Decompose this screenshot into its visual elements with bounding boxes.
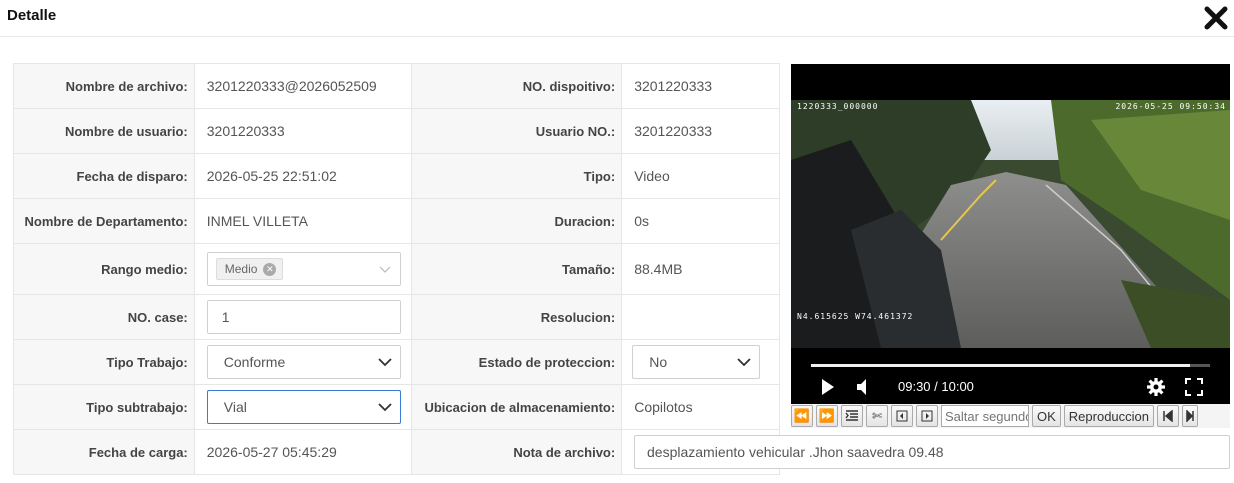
- work-subtype-select[interactable]: Vial: [206, 390, 402, 424]
- dialog-title: Detalle: [7, 7, 57, 24]
- close-icon[interactable]: [1203, 5, 1229, 31]
- media-range-tag-label: Medio: [224, 262, 258, 276]
- volume-icon[interactable]: [855, 378, 871, 396]
- trigger-date-value: 2026-05-25 22:51:02: [195, 154, 413, 198]
- upload-date-value: 2026-05-27 05:45:29: [195, 430, 413, 474]
- work-type-select[interactable]: Conforme: [206, 345, 402, 379]
- rewind-button[interactable]: ⏪: [791, 405, 813, 427]
- video-progress-fill: [811, 364, 1191, 367]
- chevron-down-icon: [378, 358, 393, 367]
- row-work-subtype: Tipo subtrabajo: Vial Ubicacion de almac…: [14, 385, 780, 430]
- protection-value: No: [649, 354, 668, 370]
- dashcam-road-image: [791, 100, 1230, 348]
- play-icon[interactable]: [820, 378, 836, 396]
- skip-seconds-input[interactable]: [941, 405, 1029, 427]
- osd-gps: N4.615625 W74.461372: [797, 312, 914, 321]
- resolution-label: Resolucion:: [412, 295, 623, 339]
- device-no-value: 3201220333: [622, 64, 780, 108]
- prev-frame-icon: [896, 410, 908, 422]
- case-no-label: NO. case:: [14, 295, 195, 339]
- protection-label: Estado de proteccion:: [412, 340, 623, 384]
- storage-value: Copilotos: [622, 385, 780, 429]
- fast-forward-button[interactable]: ⏩: [816, 405, 838, 427]
- playback-button[interactable]: Reproduccion: [1063, 405, 1155, 427]
- cut-button[interactable]: ✄: [866, 405, 888, 427]
- next-frame-icon: [921, 410, 933, 422]
- media-range-cell: Medio ✕: [195, 244, 413, 294]
- device-no-label: NO. dispoitivo:: [412, 64, 623, 108]
- trigger-date-label: Fecha de disparo:: [14, 154, 195, 198]
- storage-label: Ubicacion de almacenamiento:: [412, 385, 623, 429]
- chevron-down-icon: [378, 403, 393, 412]
- row-file-name: Nombre de archivo: 3201220333@2026052509…: [14, 64, 780, 109]
- protection-cell: No: [622, 340, 780, 384]
- type-label: Tipo:: [412, 154, 623, 198]
- skip-end-button[interactable]: [1182, 405, 1199, 427]
- ok-button[interactable]: OK: [1032, 405, 1061, 427]
- dialog-header: Detalle: [0, 0, 1234, 37]
- skip-start-icon: [1163, 410, 1173, 422]
- skip-start-button[interactable]: [1157, 405, 1180, 427]
- resolution-value: [622, 295, 780, 339]
- row-user: Nombre de usuario: 3201220333 Usuario NO…: [14, 109, 780, 154]
- type-value: Video: [622, 154, 780, 198]
- chevron-down-icon: [380, 266, 391, 273]
- user-name-value: 3201220333: [195, 109, 413, 153]
- row-trigger: Fecha de disparo: 2026-05-25 22:51:02 Ti…: [14, 154, 780, 199]
- work-subtype-cell: Vial: [195, 385, 413, 429]
- work-type-label: Tipo Trabajo:: [14, 340, 195, 384]
- user-no-label: Usuario NO.:: [412, 109, 623, 153]
- media-range-tag: Medio ✕: [215, 258, 284, 280]
- playback-toolbar: ⏪ ⏩ ✄ OK Reproduccion: [791, 404, 1230, 428]
- rewind-icon: ⏪: [793, 408, 811, 423]
- work-type-value: Conforme: [223, 354, 286, 370]
- video-controls: 09:30 / 10:00: [791, 372, 1230, 408]
- media-range-select[interactable]: Medio ✕: [206, 252, 402, 286]
- user-name-label: Nombre de usuario:: [14, 109, 195, 153]
- osd-datetime: 2026-05-25 09:50:34: [1115, 102, 1226, 111]
- work-subtype-label: Tipo subtrabajo:: [14, 385, 195, 429]
- fast-forward-icon: ⏩: [818, 408, 836, 423]
- scissors-icon: ✄: [871, 409, 883, 423]
- fullscreen-icon[interactable]: [1185, 378, 1203, 396]
- user-no-value: 3201220333: [622, 109, 780, 153]
- duration-label: Duracion:: [412, 199, 623, 243]
- file-note-label: Nota de archivo:: [412, 430, 623, 474]
- row-media-range: Rango medio: Medio ✕ Tamaño: 88.4MB: [14, 244, 780, 295]
- row-case: NO. case: 1 Resolucion:: [14, 295, 780, 340]
- video-time: 09:30 / 10:00: [898, 379, 974, 394]
- case-no-input[interactable]: 1: [206, 300, 402, 334]
- skip-end-icon: [1186, 410, 1194, 422]
- settings-gear-icon[interactable]: [1146, 377, 1166, 397]
- row-work-type: Tipo Trabajo: Conforme Estado de protecc…: [14, 340, 780, 385]
- department-label: Nombre de Departamento:: [14, 199, 195, 243]
- video-progress-bar[interactable]: [811, 364, 1210, 367]
- file-note-input[interactable]: desplazamiento vehicular .Jhon saavedra …: [634, 435, 1230, 469]
- size-value: 88.4MB: [622, 244, 780, 294]
- prev-frame-button[interactable]: [891, 405, 913, 427]
- file-name-value: 3201220333@2026052509: [195, 64, 413, 108]
- video-frame: 1220333_000000 2026-05-25 09:50:34 N4.61…: [791, 100, 1230, 348]
- media-range-label: Rango medio:: [14, 244, 195, 294]
- upload-date-label: Fecha de carga:: [14, 430, 195, 474]
- list-button[interactable]: [841, 405, 863, 427]
- department-value: INMEL VILLETA: [195, 199, 413, 243]
- remove-tag-icon[interactable]: ✕: [263, 262, 277, 276]
- case-no-cell: 1: [195, 295, 413, 339]
- next-frame-button[interactable]: [916, 405, 938, 427]
- file-name-label: Nombre de archivo:: [14, 64, 195, 108]
- work-type-cell: Conforme: [195, 340, 413, 384]
- detail-table: Nombre de archivo: 3201220333@2026052509…: [13, 63, 780, 475]
- list-indent-icon: [845, 410, 858, 421]
- osd-device: 1220333_000000: [797, 102, 879, 111]
- video-player[interactable]: 1220333_000000 2026-05-25 09:50:34 N4.61…: [791, 64, 1230, 426]
- row-department: Nombre de Departamento: INMEL VILLETA Du…: [14, 199, 780, 244]
- work-subtype-value: Vial: [223, 399, 247, 415]
- duration-value: 0s: [622, 199, 780, 243]
- size-label: Tamaño:: [412, 244, 623, 294]
- chevron-down-icon: [737, 358, 751, 367]
- protection-select[interactable]: No: [632, 345, 760, 379]
